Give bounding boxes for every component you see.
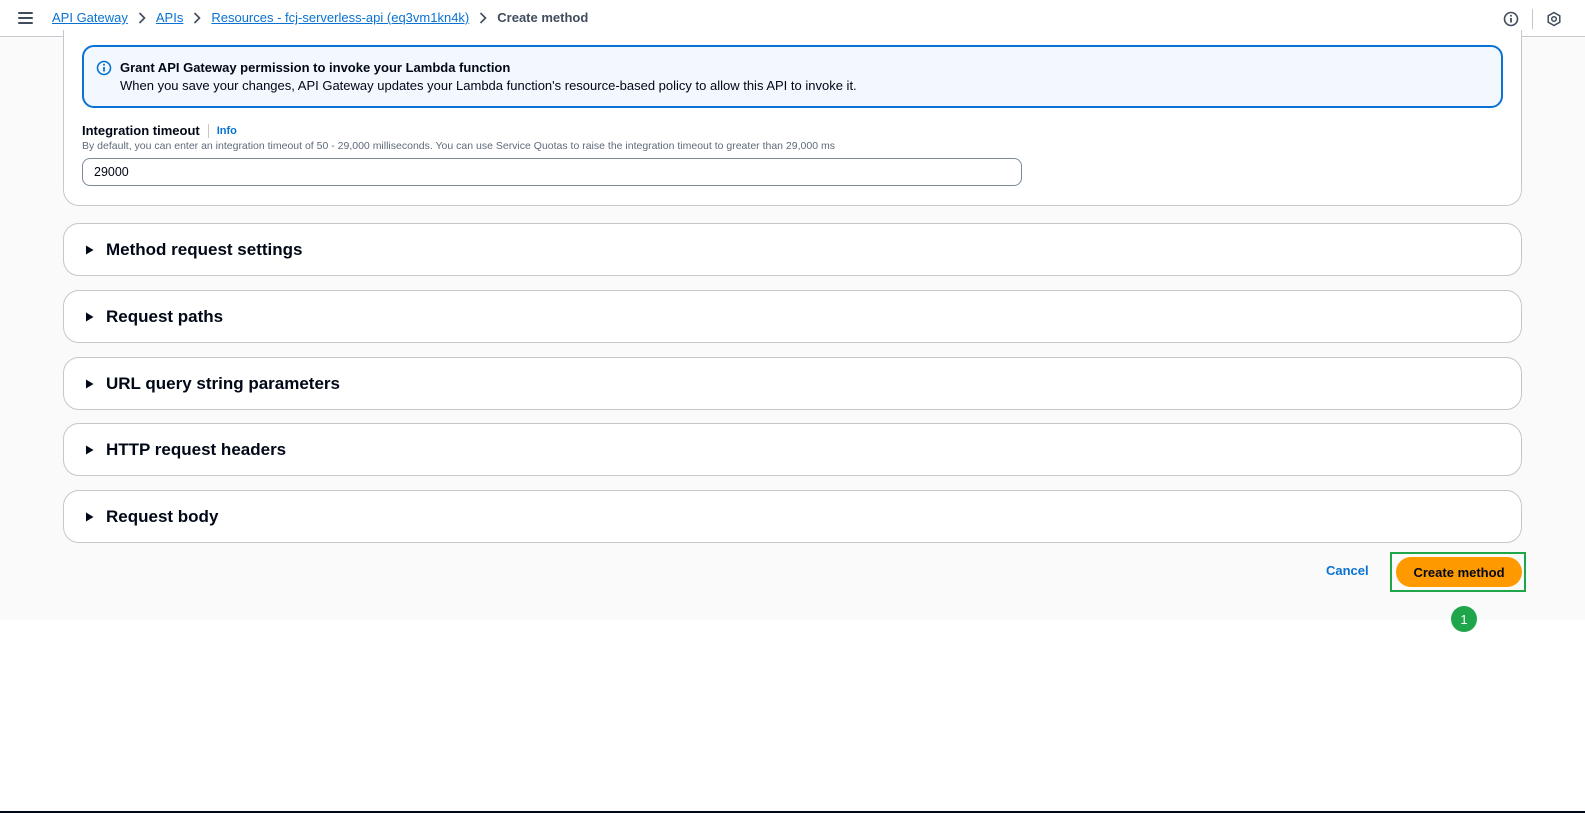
cancel-button[interactable]: Cancel (1326, 563, 1369, 578)
create-method-button[interactable]: Create method (1396, 557, 1522, 587)
section-title: Method request settings (106, 239, 303, 259)
label-divider (207, 123, 209, 138)
breadcrumb-api-gateway[interactable]: API Gateway (52, 10, 128, 25)
section-http-request-headers[interactable]: HTTP request headers (63, 423, 1522, 476)
integration-timeout-label: Integration timeout (82, 123, 200, 138)
top-icons (1502, 9, 1563, 29)
caret-right-icon (84, 512, 94, 522)
section-method-request-settings[interactable]: Method request settings (63, 223, 1522, 276)
section-request-paths[interactable]: Request paths (63, 290, 1522, 343)
step-number-badge: 1 (1451, 606, 1477, 632)
section-title: URL query string parameters (106, 373, 340, 393)
breadcrumb-current: Create method (497, 10, 589, 25)
breadcrumb: API Gateway APIs Resources - fcj-serverl… (52, 10, 588, 25)
caret-right-icon (84, 312, 94, 322)
info-icon[interactable] (1502, 10, 1520, 28)
caret-right-icon (84, 445, 94, 455)
caret-right-icon (84, 245, 94, 255)
section-url-query-string-parameters[interactable]: URL query string parameters (63, 357, 1522, 410)
section-title: HTTP request headers (106, 439, 287, 459)
alert-title: Grant API Gateway permission to invoke y… (120, 60, 511, 75)
notifications-icon[interactable] (1545, 10, 1563, 28)
chevron-right-icon (479, 11, 487, 24)
lambda-permission-alert: Grant API Gateway permission to invoke y… (82, 45, 1503, 108)
chevron-right-icon (138, 11, 146, 24)
section-title: Request paths (106, 306, 224, 326)
caret-right-icon (84, 379, 94, 389)
breadcrumb-resources[interactable]: Resources - fcj-serverless-api (eq3vm1kn… (211, 10, 469, 25)
section-title: Request body (106, 506, 219, 526)
alert-body: When you save your changes, API Gateway … (120, 78, 857, 93)
integration-timeout-input[interactable] (82, 158, 1022, 186)
info-link[interactable]: Info (217, 125, 237, 137)
section-request-body[interactable]: Request body (63, 490, 1522, 543)
divider (1532, 9, 1533, 29)
menu-icon[interactable] (18, 9, 38, 27)
info-circle-icon (96, 60, 112, 76)
integration-timeout-description: By default, you can enter an integration… (82, 140, 835, 152)
chevron-right-icon (193, 11, 201, 24)
integration-timeout-label-row: Integration timeout Info (82, 123, 237, 138)
breadcrumb-apis[interactable]: APIs (156, 10, 183, 25)
